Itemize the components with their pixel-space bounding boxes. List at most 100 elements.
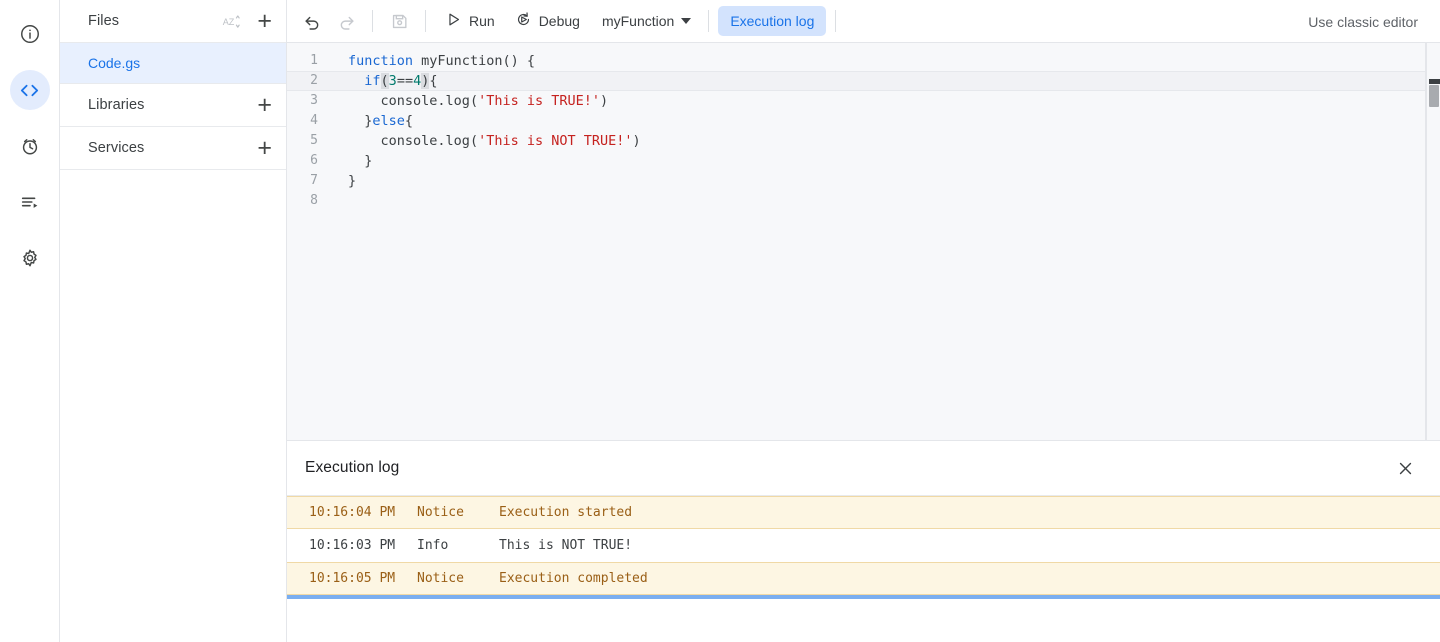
- services-section-header: Services +: [60, 127, 286, 170]
- code-token: console: [348, 93, 438, 109]
- line-number: 5: [310, 133, 318, 148]
- run-icon: [445, 11, 462, 31]
- line-number: 4: [310, 113, 318, 128]
- files-panel: Files AZ + Code.gs Libraries + Services …: [60, 0, 287, 642]
- execution-log-title: Execution log: [305, 459, 400, 476]
- log-message: Execution started: [499, 505, 633, 520]
- run-button[interactable]: Run: [435, 5, 505, 37]
- code-token: (: [380, 73, 389, 89]
- code-line[interactable]: 5 console.log('This is NOT TRUE!'): [287, 131, 1440, 151]
- add-library-icon[interactable]: +: [257, 92, 272, 118]
- log-timestamp: 10:16:05 PM: [309, 571, 396, 586]
- code-token: {: [404, 113, 414, 129]
- editor-scroll-marker: [1429, 79, 1440, 84]
- line-number: 7: [310, 173, 318, 188]
- function-selector[interactable]: myFunction: [590, 5, 699, 37]
- code-token: ): [632, 133, 641, 149]
- line-content: console.log('This is NOT TRUE!'): [330, 131, 641, 151]
- libraries-section-title: Libraries: [88, 97, 145, 113]
- code-line[interactable]: 2 if(3==4){: [287, 71, 1440, 91]
- close-icon[interactable]: [1390, 453, 1420, 483]
- code-line[interactable]: 4 }else{: [287, 111, 1440, 131]
- save-icon[interactable]: [382, 4, 416, 38]
- log-message: This is NOT TRUE!: [499, 538, 633, 553]
- code-line[interactable]: 3 console.log('This is TRUE!'): [287, 91, 1440, 111]
- add-service-icon[interactable]: +: [257, 135, 272, 161]
- activity-rail: [0, 0, 60, 642]
- undo-icon[interactable]: [295, 4, 329, 38]
- line-content: function myFunction() {: [330, 51, 535, 71]
- code-line[interactable]: 8: [287, 191, 1440, 211]
- code-token: 3: [388, 73, 397, 89]
- settings-icon[interactable]: [10, 238, 50, 278]
- run-button-label: Run: [469, 13, 495, 29]
- overview-icon[interactable]: [10, 14, 50, 54]
- line-content: }: [330, 151, 372, 171]
- code-line[interactable]: 7}: [287, 171, 1440, 191]
- file-item-code-gs[interactable]: Code.gs: [60, 43, 286, 84]
- editor-scrollbar-thumb[interactable]: [1429, 85, 1439, 107]
- editor-toolbar: Run Debug myFunction Execution log Use c…: [287, 0, 1440, 43]
- line-number: 6: [310, 153, 318, 168]
- file-item-label: Code.gs: [88, 55, 141, 71]
- execution-log-empty-area: [287, 599, 1440, 642]
- use-classic-editor-label: Use classic editor: [1308, 13, 1418, 30]
- code-line[interactable]: 1 function myFunction() {: [287, 51, 1440, 71]
- code-editor[interactable]: 1 function myFunction() {2 if(3==4){3 con…: [287, 43, 1440, 441]
- services-section-title: Services: [88, 140, 145, 156]
- add-file-icon[interactable]: +: [257, 8, 272, 34]
- code-token: }: [348, 173, 357, 189]
- execution-log-row: 10:16:04 PM Notice Execution started: [287, 496, 1440, 529]
- code-token: }: [348, 153, 373, 169]
- line-content: if(3==4){: [330, 71, 438, 91]
- toolbar-divider-1: [372, 10, 373, 32]
- code-token: 'This is TRUE!': [478, 93, 600, 109]
- code-token: myFunction: [421, 53, 503, 69]
- function-selector-label: myFunction: [601, 13, 675, 29]
- code-line[interactable]: 6 }: [287, 151, 1440, 171]
- use-classic-editor-link[interactable]: Use classic editor: [1308, 0, 1418, 43]
- log-level: Info: [417, 538, 449, 553]
- editor-scrollbar[interactable]: [1426, 43, 1440, 440]
- sort-az-icon[interactable]: AZ: [217, 8, 243, 34]
- files-section-header: Files AZ +: [60, 0, 286, 43]
- log-level: Notice: [417, 571, 464, 586]
- editor-icon[interactable]: [9, 70, 50, 110]
- line-content: console.log('This is TRUE!'): [330, 91, 609, 111]
- line-content: }else{: [330, 111, 413, 131]
- libraries-section-header: Libraries +: [60, 84, 286, 127]
- code-lines-container[interactable]: 1 function myFunction() {2 if(3==4){3 con…: [287, 43, 1440, 440]
- log-message: Execution completed: [499, 571, 648, 586]
- triggers-icon[interactable]: [10, 126, 50, 166]
- redo-icon[interactable]: [329, 4, 363, 38]
- code-token: ): [600, 93, 609, 109]
- code-token: if: [364, 73, 381, 89]
- main-column: Run Debug myFunction Execution log Use c…: [287, 0, 1440, 642]
- toolbar-divider-4: [835, 10, 837, 32]
- chevron-down-icon: [681, 18, 692, 24]
- files-panel-empty-area: [60, 170, 286, 642]
- code-token: .: [437, 93, 446, 109]
- apps-script-editor-window: Files AZ + Code.gs Libraries + Services …: [0, 0, 1440, 642]
- line-number: 8: [310, 193, 318, 208]
- execution-log-panel: Execution log 10:16:04 PM Notice Execution…: [287, 441, 1440, 642]
- code-token: (: [469, 93, 479, 109]
- code-token: else: [372, 113, 405, 129]
- debug-icon: [515, 11, 532, 31]
- code-token: console: [348, 133, 438, 149]
- executions-icon[interactable]: [10, 182, 50, 222]
- execution-log-rows: 10:16:04 PM Notice Execution started 10:16:…: [287, 496, 1440, 595]
- svg-text:AZ: AZ: [223, 17, 235, 27]
- line-number: 1: [310, 53, 318, 68]
- code-token: ==: [396, 73, 414, 89]
- log-timestamp: 10:16:04 PM: [309, 505, 396, 520]
- execution-log-button[interactable]: Execution log: [718, 6, 827, 36]
- debug-button[interactable]: Debug: [505, 5, 590, 37]
- code-token: log: [445, 93, 470, 109]
- line-content: }: [330, 171, 356, 191]
- execution-log-row: 10:16:03 PM Info This is NOT TRUE!: [287, 529, 1440, 562]
- code-token: () {: [502, 53, 535, 69]
- code-token: 4: [413, 73, 422, 89]
